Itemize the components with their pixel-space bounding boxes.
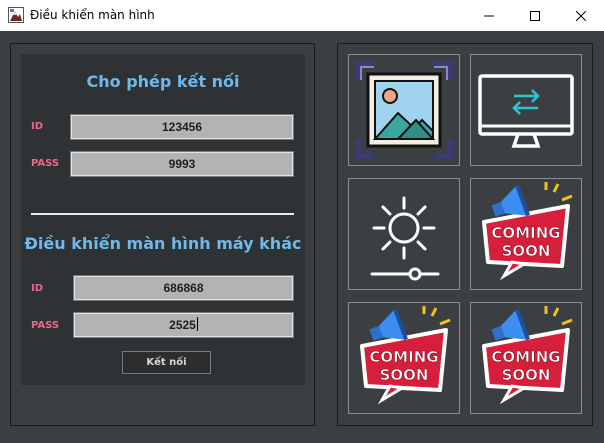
- connection-form: Cho phép kết nối ID 123456 PASS 9993 Điề…: [21, 54, 305, 385]
- maximize-icon: [530, 10, 540, 21]
- maximize-button[interactable]: [512, 0, 558, 31]
- allow-connection-title: Cho phép kết nối: [86, 72, 240, 91]
- monitor-tile[interactable]: [470, 54, 582, 166]
- monitor-sync-icon: [478, 74, 574, 148]
- remote-id-field[interactable]: 686868: [73, 275, 294, 301]
- features-panel: COMING SOON COMING SOON COMING SOON: [337, 43, 593, 426]
- soon-text: SOON: [502, 366, 551, 384]
- text-caret: [196, 317, 198, 331]
- allow-id-label: ID: [31, 121, 44, 132]
- minimize-icon: [484, 15, 494, 16]
- window-title: Điều khiển màn hình: [30, 8, 155, 22]
- close-icon: [576, 10, 586, 21]
- coming-text: COMING: [491, 224, 560, 242]
- coming-soon-tile-2[interactable]: COMING SOON: [348, 302, 460, 414]
- brightness-icon: [370, 196, 440, 281]
- remote-id-label: ID: [31, 283, 44, 294]
- coming-soon-tile-3[interactable]: COMING SOON: [470, 302, 582, 414]
- allow-id-field[interactable]: 123456: [70, 114, 294, 140]
- megaphone-coming-soon-icon: COMING SOON: [482, 182, 573, 281]
- megaphone-coming-soon-icon: COMING SOON: [482, 306, 573, 405]
- soon-text: SOON: [380, 366, 429, 384]
- allow-pass-label: PASS: [31, 158, 60, 169]
- remote-control-title: Điều khiển màn hình máy khác: [24, 234, 302, 253]
- section-divider: [31, 213, 294, 215]
- screenshot-tile[interactable]: [348, 54, 460, 166]
- image-icon: [355, 61, 453, 159]
- coming-soon-tile-1[interactable]: COMING SOON: [470, 178, 582, 290]
- app-icon: [8, 7, 24, 23]
- allow-pass-field[interactable]: 9993: [70, 151, 294, 177]
- close-button[interactable]: [558, 0, 604, 31]
- coming-text: COMING: [369, 348, 438, 366]
- connect-button[interactable]: Kết nối: [122, 351, 211, 374]
- client-area: Cho phép kết nối ID 123456 PASS 9993 Điề…: [0, 31, 604, 443]
- megaphone-coming-soon-icon: COMING SOON: [360, 306, 451, 405]
- remote-pass-value: 2525: [169, 318, 196, 332]
- brightness-tile[interactable]: [348, 178, 460, 290]
- soon-text: SOON: [502, 242, 551, 260]
- connection-panel: Cho phép kết nối ID 123456 PASS 9993 Điề…: [10, 43, 315, 426]
- title-bar: Điều khiển màn hình: [0, 0, 604, 31]
- remote-pass-field[interactable]: 2525: [73, 312, 294, 338]
- coming-text: COMING: [491, 348, 560, 366]
- remote-pass-label: PASS: [31, 320, 60, 331]
- minimize-button[interactable]: [466, 0, 512, 31]
